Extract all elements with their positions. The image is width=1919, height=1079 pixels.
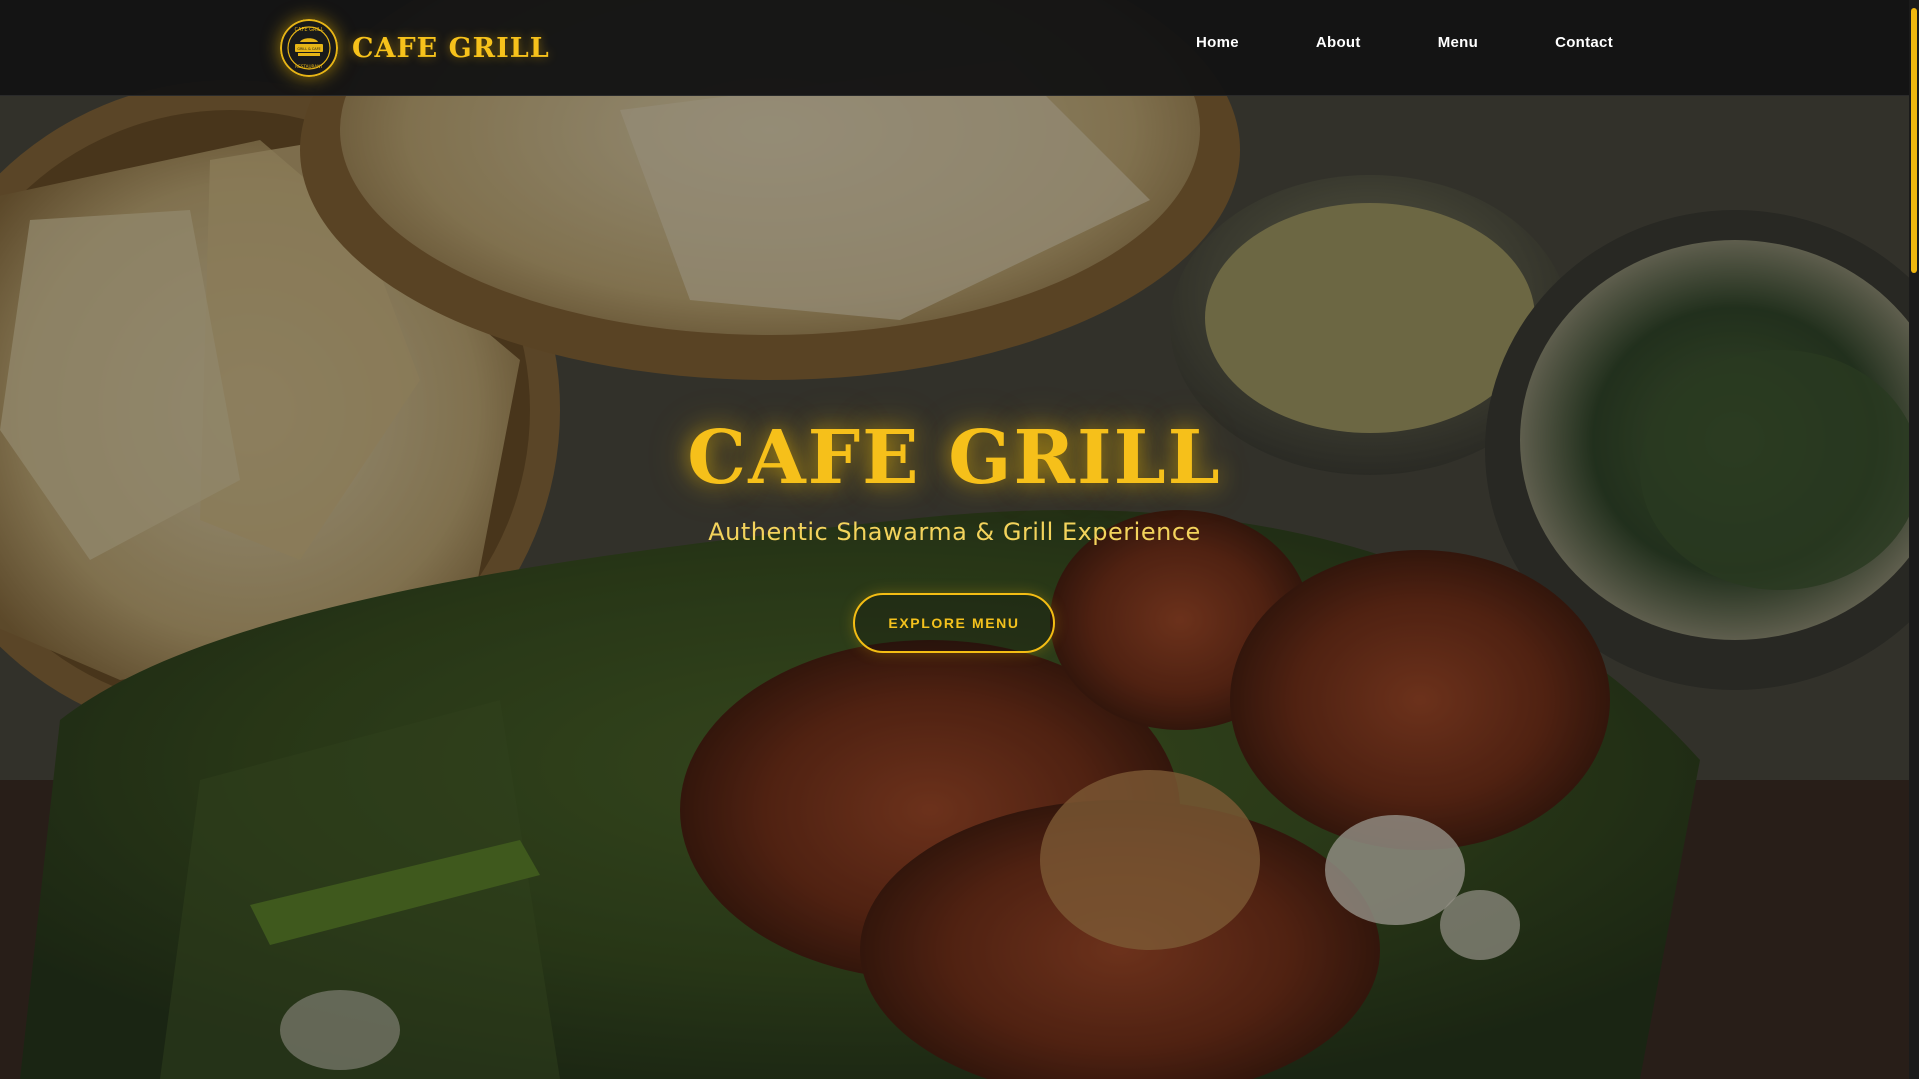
explore-menu-button[interactable]: EXPLORE MENU <box>853 593 1055 653</box>
nav-link-home[interactable]: Home <box>1196 34 1239 51</box>
main-nav: Home About Menu Contact <box>1119 34 1613 51</box>
nav-link-menu[interactable]: Menu <box>1438 34 1478 51</box>
logo-ring-text-top: CAFE GRILL <box>295 27 324 33</box>
brand-home-link[interactable]: CAFE GRILL GRILL & CAFE RESTAURANT CAFE … <box>280 18 550 78</box>
logo-banner-text: GRILL & CAFE <box>297 47 320 51</box>
hero-title: CAFE GRILL <box>687 415 1222 501</box>
cafe-grill-emblem-icon: CAFE GRILL GRILL & CAFE RESTAURANT <box>280 19 338 77</box>
page: CAFE GRILL GRILL & CAFE RESTAURANT CAFE … <box>0 0 1919 1079</box>
hero-subtitle: Authentic Shawarma & Grill Experience <box>708 518 1201 546</box>
scrollbar-thumb[interactable] <box>1911 8 1917 273</box>
page-scrollbar[interactable] <box>1909 0 1919 1079</box>
navbar: CAFE GRILL GRILL & CAFE RESTAURANT CAFE … <box>0 0 1909 96</box>
logo-ring-text-bottom: RESTAURANT <box>295 64 323 69</box>
nav-link-about[interactable]: About <box>1316 34 1361 51</box>
nav-link-contact[interactable]: Contact <box>1555 34 1613 51</box>
brand-name: CAFE GRILL <box>352 32 550 64</box>
hero-section: CAFE GRILL Authentic Shawarma & Grill Ex… <box>0 0 1909 1079</box>
